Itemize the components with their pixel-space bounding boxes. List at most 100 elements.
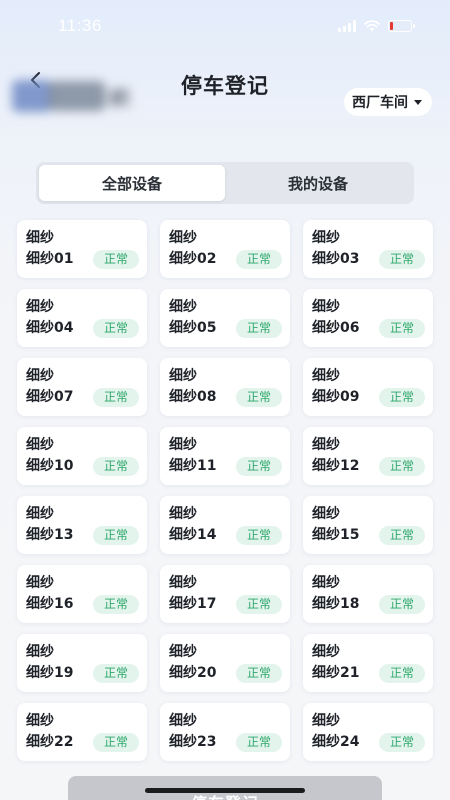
device-row: 细纱12 正常 (312, 456, 425, 476)
device-name: 细纱11 (169, 458, 217, 474)
device-card[interactable]: 细纱细纱01 正常 (17, 220, 147, 278)
status-time: 11:36 (58, 16, 102, 35)
device-row: 细纱17 正常 (169, 594, 282, 614)
status-badge: 正常 (235, 318, 282, 338)
device-type: 细纱 (26, 368, 54, 384)
device-type: 细纱 (312, 644, 340, 660)
device-card[interactable]: 细纱细纱14 正常 (160, 496, 290, 554)
device-type: 细纱 (312, 299, 340, 315)
device-card[interactable]: 细纱细纱07 正常 (17, 358, 147, 416)
device-name: 细纱03 (312, 251, 360, 267)
device-row: 细纱19 正常 (26, 663, 139, 683)
device-card[interactable]: 细纱 细纱15 正常 (303, 496, 433, 554)
device-name: 细纱16 (26, 596, 74, 612)
device-name: 细纱12 (312, 458, 360, 474)
device-type: 细纱 (312, 713, 340, 729)
cellular-signal-icon (338, 20, 356, 32)
device-row: 细纱08 正常 (169, 387, 282, 407)
device-type: 细纱 (169, 506, 197, 522)
device-card[interactable]: 细纱细纱10 正常 (17, 427, 147, 485)
device-card[interactable]: 细纱细纱09 正常 (303, 358, 433, 416)
device-card[interactable]: 细纱 细纱19 正常 (17, 634, 147, 692)
device-name: 细纱15 (312, 527, 360, 543)
device-type: 细纱 (26, 713, 54, 729)
device-row: 细纱06 正常 (312, 318, 425, 338)
device-row: 细纱13 正常 (26, 525, 139, 545)
status-badge: 正常 (235, 732, 282, 752)
device-row: 细纱24 正常 (312, 732, 425, 752)
status-badge: 正常 (92, 387, 139, 407)
status-badge: 正常 (235, 456, 282, 476)
device-row: 细纱01 正常 (26, 249, 139, 269)
device-card[interactable]: 细纱 细纱05 正常 (160, 289, 290, 347)
status-badge: 正常 (92, 456, 139, 476)
status-badge: 正常 (378, 732, 425, 752)
device-type: 细纱 (26, 575, 54, 591)
status-badge: 正常 (235, 525, 282, 545)
device-card[interactable]: 细纱细纱13 正常 (17, 496, 147, 554)
device-type: 细纱 (312, 368, 340, 384)
device-name: 细纱01 (26, 251, 74, 267)
device-name: 细纱23 (169, 734, 217, 750)
device-name: 细纱02 (169, 251, 217, 267)
device-type: 细纱 (26, 506, 54, 522)
device-type: 细纱 (169, 437, 197, 453)
device-card[interactable]: 细纱 细纱12 正常 (303, 427, 433, 485)
device-card[interactable]: 细纱 细纱08 正常 (160, 358, 290, 416)
device-row: 细纱07 正常 (26, 387, 139, 407)
device-card[interactable]: 细纱细纱24 正常 (303, 703, 433, 761)
device-card[interactable]: 细纱细纱06 正常 (303, 289, 433, 347)
device-type: 细纱 (169, 644, 197, 660)
caret-down-icon (414, 99, 422, 105)
device-row: 细纱10 正常 (26, 456, 139, 476)
tab-all-devices[interactable]: 全部设备 (39, 165, 225, 201)
device-card[interactable]: 细纱细纱23 正常 (160, 703, 290, 761)
device-row: 细纱14 正常 (169, 525, 282, 545)
device-type: 细纱 (26, 437, 54, 453)
status-badge: 正常 (378, 249, 425, 269)
device-name: 细纱20 (169, 665, 217, 681)
status-badge: 正常 (378, 663, 425, 683)
device-type: 细纱 (169, 713, 197, 729)
device-card[interactable]: 细纱 细纱03 正常 (303, 220, 433, 278)
device-name: 细纱07 (26, 389, 74, 405)
device-card[interactable]: 细纱细纱21 正常 (303, 634, 433, 692)
device-type: 细纱 (26, 230, 54, 246)
device-name: 细纱19 (26, 665, 74, 681)
device-card[interactable]: 细纱 细纱04 正常 (17, 289, 147, 347)
status-badge: 正常 (378, 594, 425, 614)
status-badge: 正常 (235, 387, 282, 407)
device-type: 细纱 (169, 299, 197, 315)
device-type: 细纱 (169, 575, 197, 591)
device-row: 细纱21 正常 (312, 663, 425, 683)
device-card[interactable]: 细纱细纱20 正常 (160, 634, 290, 692)
device-row: 细纱18 正常 (312, 594, 425, 614)
status-badge: 正常 (235, 249, 282, 269)
status-badge: 正常 (92, 594, 139, 614)
device-name: 细纱06 (312, 320, 360, 336)
device-card[interactable]: 细纱 细纱18 正常 (303, 565, 433, 623)
status-badge: 正常 (378, 525, 425, 545)
device-name: 细纱24 (312, 734, 360, 750)
device-card[interactable]: 细纱细纱16 正常 (17, 565, 147, 623)
device-name: 细纱09 (312, 389, 360, 405)
home-indicator (145, 788, 305, 793)
workshop-select[interactable]: 西厂车间 (344, 88, 432, 116)
status-icons (338, 20, 415, 32)
status-badge: 正常 (378, 318, 425, 338)
status-badge: 正常 (235, 663, 282, 683)
device-card[interactable]: 细纱 细纱22 正常 (17, 703, 147, 761)
tab-my-devices[interactable]: 我的设备 (225, 165, 411, 201)
device-name: 细纱08 (169, 389, 217, 405)
wifi-icon (364, 20, 380, 32)
device-card[interactable]: 细纱细纱17 正常 (160, 565, 290, 623)
device-card[interactable]: 细纱 细纱02 正常 (160, 220, 290, 278)
device-name: 细纱17 (169, 596, 217, 612)
device-name: 细纱18 (312, 596, 360, 612)
status-badge: 正常 (92, 318, 139, 338)
device-row: 细纱09 正常 (312, 387, 425, 407)
workshop-select-value: 西厂车间 (352, 95, 408, 111)
battery-icon (388, 20, 415, 32)
device-card[interactable]: 细纱细纱11 正常 (160, 427, 290, 485)
device-type: 细纱 (26, 299, 54, 315)
